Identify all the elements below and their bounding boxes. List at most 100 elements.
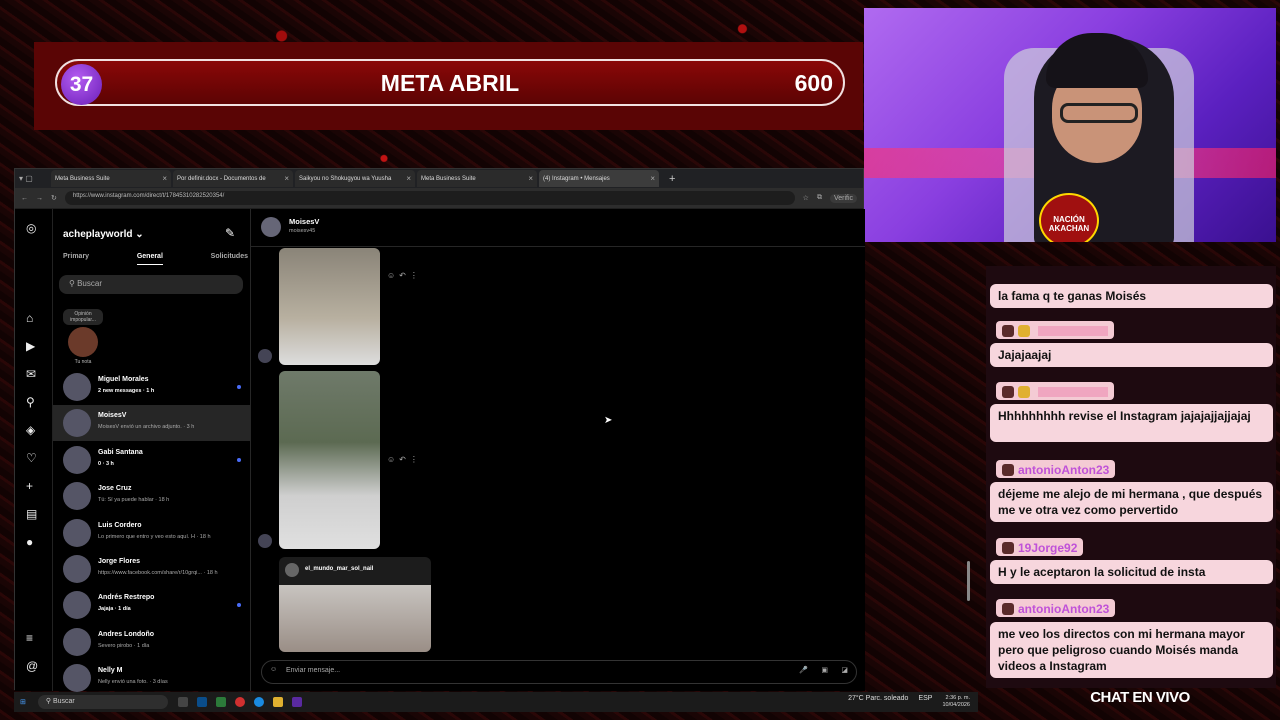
scrollbar[interactable] <box>967 561 970 601</box>
chrome-icon[interactable] <box>234 697 245 707</box>
avatar <box>63 664 91 692</box>
shared-reel[interactable] <box>279 248 380 365</box>
threads-icon[interactable]: @ <box>26 659 38 673</box>
compose-icon[interactable]: ✎ <box>225 226 235 240</box>
close-icon: × <box>528 174 533 183</box>
app-icon[interactable] <box>215 697 226 707</box>
chat-username: antonioAnton23 <box>996 460 1116 478</box>
weather-widget[interactable]: 27°C Parc. soleado <box>848 695 908 709</box>
avatar <box>63 555 91 583</box>
avatar <box>63 409 91 437</box>
photoshop-icon[interactable] <box>196 697 207 707</box>
avatar <box>63 373 91 401</box>
premiere-icon[interactable] <box>291 697 302 707</box>
dm-item[interactable]: MoisesV MoisesV envió un archivo adjunto.… <box>53 405 251 441</box>
tab-actions-icon[interactable]: ▾ ▢ <box>19 174 49 183</box>
search-input[interactable]: ⚲ Buscar <box>59 275 243 294</box>
profile-icon[interactable]: ● <box>26 535 33 549</box>
redacted-username <box>1038 387 1108 397</box>
taskview-icon[interactable] <box>177 697 188 707</box>
my-note[interactable]: Opinión impopular... Tu nota <box>63 309 103 365</box>
messages-icon[interactable]: ✉ <box>26 367 36 381</box>
message-actions[interactable]: ☺↶⋮ <box>387 271 422 280</box>
search-icon: ⚲ <box>69 279 78 288</box>
instagram-logo-icon[interactable]: ◎ <box>26 221 36 235</box>
message-actions[interactable]: ☺↶⋮ <box>387 455 422 464</box>
chat-label: CHAT EN VIVO <box>1090 689 1190 706</box>
conversation-header[interactable]: MoisesV moisesv45 <box>251 209 865 247</box>
create-icon[interactable]: + <box>26 479 33 493</box>
dm-item[interactable]: Jose Cruz Tú: Sí ya puede hablar · 18 h <box>53 478 251 514</box>
image-icon: ▣ <box>821 667 828 674</box>
menu-icon[interactable]: ≡ <box>26 631 33 645</box>
tab-general[interactable]: General <box>136 253 163 265</box>
home-icon[interactable]: ⌂ <box>26 311 33 325</box>
chat-message: Hhhhhhhhh revise el Instagram jajajajjaj… <box>990 404 1273 442</box>
windows-taskbar: ⊞ ⚲ Buscar 27°C Parc. soleado ESP 2:36 p… <box>14 692 978 712</box>
dm-item[interactable]: Andres Londoño Severo pirobo · 1 día <box>53 624 251 660</box>
tab-solicitudes[interactable]: Solicitudes <box>211 253 248 265</box>
dm-item[interactable]: Gabi Santana 0 · 3 h <box>53 442 251 478</box>
meta-title: META ABRIL <box>380 70 520 96</box>
dm-item[interactable]: Andrés Restrepo Jajaja · 1 día <box>53 587 251 623</box>
shared-reel[interactable] <box>279 371 380 549</box>
url-input[interactable]: https://www.instagram.com/direct/t/17845… <box>64 191 795 205</box>
tab-saikyou[interactable]: Saikyou no Shokugyou wa Yuusha × <box>295 170 415 187</box>
reload-icon[interactable]: ↻ <box>51 194 57 202</box>
mouse-cursor-icon: ➤ <box>604 415 613 426</box>
heart-icon[interactable]: ♡ <box>26 451 37 465</box>
star-icon[interactable]: ☆ <box>803 194 809 202</box>
dashboard-icon[interactable]: ▤ <box>26 507 37 521</box>
more-icon: ⋮ <box>409 455 422 464</box>
post-image <box>279 585 431 652</box>
explore-icon[interactable]: ◈ <box>26 423 35 437</box>
message-input[interactable]: ☺ Enviar mensaje... 🎤 ▣ ◪ <box>261 660 857 684</box>
extensions-icon[interactable]: ⧉ <box>817 194 822 202</box>
sticker-icon: ◪ <box>841 667 848 674</box>
search-icon: ⚲ <box>45 698 53 705</box>
clock[interactable]: 2:36 p. m. 10/04/2026 <box>942 695 970 709</box>
dm-item[interactable]: Nelly M Nelly envió una foto. · 3 días <box>53 660 251 692</box>
close-icon: × <box>162 174 167 183</box>
live-chat: la fama q te ganas Moisés Jajajaajaj Hhh… <box>986 266 1276 688</box>
verify-button[interactable]: Verific <box>829 193 857 203</box>
taskbar-search[interactable]: ⚲ Buscar <box>37 695 168 709</box>
meta-goal-value: 600 <box>794 70 833 96</box>
back-icon[interactable]: ← <box>21 195 28 202</box>
edge-icon[interactable] <box>253 697 264 707</box>
new-tab-icon[interactable]: + <box>669 173 675 185</box>
dm-item[interactable]: Luis Cordero Lo primero que entro y veo e… <box>53 515 251 551</box>
search-icon[interactable]: ⚲ <box>26 395 35 409</box>
tab-documento[interactable]: Por definir.docx - Documentos de × <box>173 170 293 187</box>
explorer-icon[interactable] <box>272 697 283 707</box>
inbox-tabs: Primary General Solicitudes <box>63 253 248 265</box>
shared-post[interactable]: el_mundo_mar_sol_nail <box>279 557 431 652</box>
tab-meta-business-2[interactable]: Meta Business Suite × <box>417 170 537 187</box>
more-icon: ⋮ <box>409 271 422 280</box>
chat-message: H y le aceptaron la solicitud de insta <box>990 560 1273 584</box>
dm-item[interactable]: Jorge Flores https://www.facebook.com/sha… <box>53 551 251 587</box>
pinned-apps <box>177 697 302 707</box>
account-switcher[interactable]: acheplayworld ⌄ <box>63 229 144 240</box>
dm-list: acheplayworld ⌄ ✎ Primary General Solici… <box>53 209 251 692</box>
tab-primary[interactable]: Primary <box>63 253 89 265</box>
tab-instagram[interactable]: (4) Instagram • Mensajes × <box>539 170 659 187</box>
instagram-app: ◎ ⌂ ▶ ✉ ⚲ ◈ ♡ + ▤ ● ≡ @ acheplayworld ⌄ … <box>15 209 970 692</box>
sender-avatar <box>258 534 272 548</box>
start-icon[interactable]: ⊞ <box>20 698 26 706</box>
reels-icon[interactable]: ▶ <box>26 339 35 353</box>
chat-username: antonioAnton23 <box>996 599 1116 617</box>
dm-item[interactable]: Miguel Morales 2 new messages · 1 h <box>53 369 251 405</box>
chat-message: Jajajaajaj <box>990 343 1273 367</box>
shield-badge-icon <box>1002 464 1014 476</box>
avatar <box>285 563 299 577</box>
tab-meta-business-1[interactable]: Meta Business Suite × <box>51 170 171 187</box>
reply-icon: ↶ <box>399 455 410 464</box>
chat-username: 19Jorge92 <box>996 538 1084 556</box>
forward-icon[interactable]: → <box>36 195 43 202</box>
reply-icon: ↶ <box>399 271 410 280</box>
note-bubble: Opinión impopular... <box>63 309 103 325</box>
avatar <box>63 482 91 510</box>
chat-username <box>996 382 1114 400</box>
language-indicator[interactable]: ESP <box>918 695 932 709</box>
